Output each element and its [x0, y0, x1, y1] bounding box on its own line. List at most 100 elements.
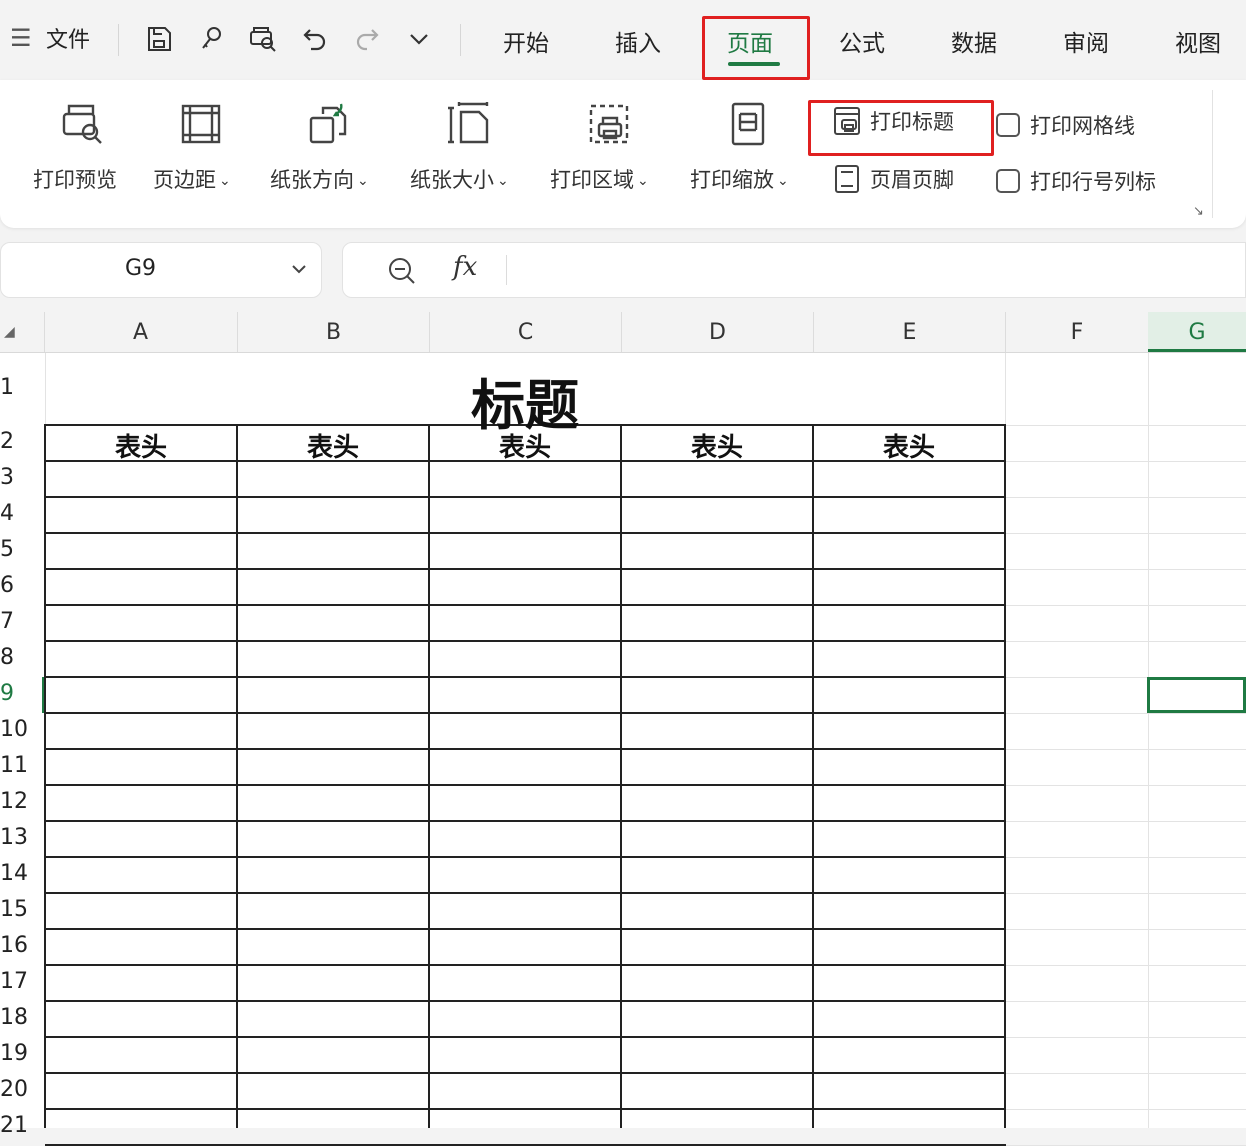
- column-header-f[interactable]: F: [1006, 320, 1148, 345]
- row-header[interactable]: 4: [0, 501, 30, 526]
- checkbox-box[interactable]: [996, 169, 1020, 193]
- paper-size-button[interactable]: [444, 100, 494, 148]
- print-preview-button[interactable]: [58, 100, 108, 148]
- row-header[interactable]: 21: [0, 1113, 30, 1138]
- chevron-down-icon[interactable]: [287, 257, 311, 281]
- table-border: [1004, 424, 1006, 1128]
- table-header-cell[interactable]: 表头: [813, 427, 1005, 464]
- separator: [1212, 90, 1213, 218]
- print-area-label: 打印区域⌄: [550, 164, 649, 194]
- table-border: [236, 424, 238, 1128]
- sheet-grid[interactable]: 123456789101112131415161718192021 标题 表头 …: [0, 353, 1246, 1128]
- undo-icon[interactable]: [298, 20, 332, 58]
- table-header-cell[interactable]: 表头: [237, 427, 429, 464]
- table-border: [45, 712, 1006, 714]
- row-header[interactable]: 8: [0, 645, 30, 670]
- row-header[interactable]: 1: [0, 375, 30, 400]
- file-menu[interactable]: 文件: [46, 22, 90, 54]
- expand-dialog-icon[interactable]: ↘: [1193, 204, 1204, 219]
- highlight-box-page-tab: [702, 16, 810, 80]
- cell-reference: G9: [125, 256, 156, 281]
- column-header-b[interactable]: B: [238, 320, 429, 345]
- column-header-g-selected[interactable]: G: [1148, 312, 1246, 352]
- tab-home[interactable]: 开始: [503, 24, 549, 58]
- row-header[interactable]: 14: [0, 861, 30, 886]
- row-header[interactable]: 12: [0, 789, 30, 814]
- orientation-button[interactable]: [304, 100, 354, 148]
- chevron-down-icon[interactable]: [402, 20, 436, 58]
- selected-cell-g9[interactable]: [1147, 677, 1246, 713]
- row-header[interactable]: 2: [0, 429, 30, 454]
- row-header[interactable]: 9: [0, 681, 30, 706]
- zoom-icon[interactable]: [387, 256, 417, 286]
- separator: [506, 255, 507, 285]
- orientation-icon: [305, 100, 353, 148]
- column-header-a[interactable]: A: [45, 320, 236, 345]
- table-border: [45, 1036, 1006, 1038]
- table-border: [45, 1000, 1006, 1002]
- name-box[interactable]: G9: [0, 242, 322, 298]
- table-border: [45, 1072, 1006, 1074]
- row-header[interactable]: 7: [0, 609, 30, 634]
- table-header-cell[interactable]: 表头: [45, 427, 237, 464]
- separator: [460, 24, 461, 56]
- row-header[interactable]: 5: [0, 537, 30, 562]
- row-header[interactable]: 3: [0, 465, 30, 490]
- table-border: [45, 964, 1006, 966]
- row-header[interactable]: 11: [0, 753, 30, 778]
- row-header[interactable]: 18: [0, 1005, 30, 1030]
- menu-bar: ☰ 文件 开始 插入 页面 公式 数据 审阅 视图: [0, 0, 1246, 80]
- print-preview-icon[interactable]: [246, 20, 280, 58]
- row-header[interactable]: 17: [0, 969, 30, 994]
- print-gridlines-checkbox[interactable]: 打印网格线: [996, 110, 1135, 140]
- table-border: [45, 532, 1006, 534]
- checkbox-box[interactable]: [996, 113, 1020, 137]
- column-header-bar: ◢ A B C D E F G: [0, 312, 1246, 353]
- table-border: [45, 1108, 1006, 1110]
- print-gridlines-label: 打印网格线: [1030, 110, 1135, 140]
- row-header[interactable]: 19: [0, 1041, 30, 1066]
- formula-bar: fx: [342, 242, 1246, 298]
- table-border: [428, 424, 430, 1128]
- table-border: [45, 676, 1006, 678]
- print-preview-label: 打印预览: [33, 164, 117, 194]
- print-scale-label: 打印缩放⌄: [690, 164, 789, 194]
- table-border: [45, 496, 1006, 498]
- row-header[interactable]: 20: [0, 1077, 30, 1102]
- margins-button[interactable]: [176, 100, 226, 148]
- select-all-corner[interactable]: ◢: [4, 324, 15, 340]
- column-header-e[interactable]: E: [814, 320, 1005, 345]
- header-footer-icon: [832, 164, 862, 194]
- tab-formula[interactable]: 公式: [839, 24, 885, 58]
- tab-insert[interactable]: 插入: [615, 24, 661, 58]
- table-header-cell[interactable]: 表头: [429, 427, 621, 464]
- row-header[interactable]: 16: [0, 933, 30, 958]
- redo-icon[interactable]: [350, 20, 384, 58]
- print-headings-checkbox[interactable]: 打印行号列标: [996, 166, 1156, 196]
- print-area-button[interactable]: [584, 100, 634, 148]
- row-header[interactable]: 6: [0, 573, 30, 598]
- margins-label: 页边距⌄: [153, 164, 231, 194]
- fx-icon[interactable]: fx: [453, 252, 477, 282]
- tab-review[interactable]: 审阅: [1063, 24, 1109, 58]
- row-header[interactable]: 13: [0, 825, 30, 850]
- table-border: [45, 892, 1006, 894]
- margins-icon: [177, 100, 225, 148]
- print-scale-button[interactable]: [724, 100, 774, 148]
- table-header-cell[interactable]: 表头: [621, 427, 813, 464]
- tab-data[interactable]: 数据: [951, 24, 997, 58]
- header-footer-button[interactable]: 页眉页脚: [832, 164, 954, 194]
- row-header[interactable]: 10: [0, 717, 30, 742]
- format-painter-icon[interactable]: [194, 20, 228, 58]
- hamburger-menu-icon[interactable]: ☰: [10, 24, 32, 52]
- table-border: [45, 640, 1006, 642]
- ribbon-page: 打印预览 页边距⌄ 纸张方向⌄ 纸张大小⌄ 打印区域⌄ 打印缩放⌄ 打印标题 页…: [0, 80, 1246, 228]
- column-header-c[interactable]: C: [430, 320, 621, 345]
- row-header[interactable]: 15: [0, 897, 30, 922]
- header-footer-label: 页眉页脚: [870, 164, 954, 194]
- save-icon[interactable]: [142, 20, 176, 58]
- column-header-d[interactable]: D: [622, 320, 813, 345]
- table-border: [45, 568, 1006, 570]
- formula-input[interactable]: [523, 255, 1223, 285]
- tab-view[interactable]: 视图: [1175, 24, 1221, 58]
